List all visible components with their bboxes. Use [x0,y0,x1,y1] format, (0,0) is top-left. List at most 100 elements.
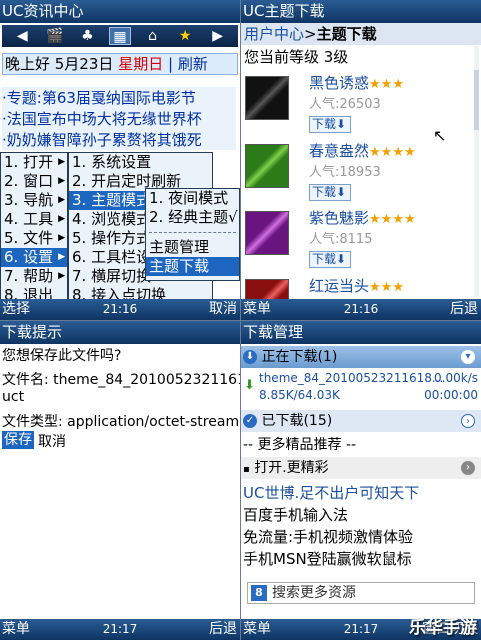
download-button[interactable]: 下载⬇ [309,116,351,133]
date-text: 晚上好 5月23日 [5,55,114,73]
menu-item-tools[interactable]: 4. 工具 ▶ [1,210,67,229]
recommend-link[interactable]: UC世博.足不出户可知天下 [243,482,419,503]
open-more-label: 打开.更精彩 [254,460,329,476]
watermark: 乐华手游 [409,618,477,638]
recommend-link[interactable]: 免流量:手机视频激情体验 [243,526,413,547]
weekday-text: 星期日 [118,55,164,73]
download-button[interactable]: 下载⬇ [309,184,351,201]
clock: 21:17 [102,622,138,636]
downloading-section[interactable]: ⬇ 正在下载(1) ▾ [241,346,481,368]
cancel-button[interactable]: 取消 [38,431,66,451]
star-icon[interactable]: ★ [174,27,196,45]
filename-cont: uct [2,389,25,405]
rating-stars: ★★★ [369,280,404,295]
rating-stars: ★★★★ [369,145,416,160]
theme-name[interactable]: 紫色魅影 [309,209,369,227]
download-button[interactable]: 下载⬇ [309,251,351,268]
menu-item-settings[interactable]: 6. 设置 ▶ [1,248,67,267]
panel-theme-download: UC主题下载 用户中心>主题下载 您当前等级 3级 黑色诱惑★★★ 人气:265… [241,0,481,320]
download-size: 8.85K/64.03K [259,388,340,402]
download-elapsed: 00:00:00 [424,388,478,402]
theme-thumbnail[interactable] [245,76,289,120]
grid-icon[interactable]: ▦ [108,27,131,45]
download-file-name: theme_84_20100523211618... [259,371,444,385]
menu-item-open[interactable]: 1. 打开 ▶ [1,153,67,172]
panel-info-center: UC资讯中心 ◀ 🎬 ♣ ▦ ⌂ ★ ▶ 晚上好 5月23日 星期日 | 刷新 … [0,0,240,320]
breadcrumb-separator: > [304,25,317,43]
back-icon[interactable]: ◀ [11,27,33,45]
save-button[interactable]: 保存 [2,431,34,449]
downloaded-section[interactable]: ✓ 已下载(15) › [241,410,481,432]
menu-item-window[interactable]: 2. 窗口 ▶ [1,172,67,191]
chevron-right-icon[interactable]: › [461,461,475,475]
menu-item-help[interactable]: 7. 帮助 ▶ [1,267,67,286]
menu-item-file[interactable]: 5. 文件 ▶ [1,229,67,248]
classic-theme-item[interactable]: 2. 经典主题√ [146,208,239,227]
softkey-bar: 菜单 21:17 后退 [0,619,240,640]
panel-download-manager: 下载管理 ⬇ 正在下载(1) ▾ ⬇ theme_84_201005232116… [241,321,481,640]
softkey-bar: 选择 21:16 取消 [0,299,240,320]
separator: | [167,55,174,73]
film-icon[interactable]: 🎬 [44,27,66,45]
recommend-header: -- 更多精品推荐 -- [243,437,357,453]
greeting-bar: 晚上好 5月23日 星期日 | 刷新 [2,53,238,75]
home-icon[interactable]: ⌂ [142,27,164,45]
arrow-down-icon: ⬇ [336,117,347,131]
theme-thumbnail[interactable] [245,144,289,188]
window-title: UC主题下载 [241,0,481,23]
menu-separator [149,232,236,233]
download-arrow-icon: ⬇ [244,378,255,393]
theme-item: 红运当头★★★ [241,275,477,320]
arrow-down-icon: ⬇ [336,185,347,199]
user-level: 您当前等级 3级 [244,48,349,66]
window-title: UC资讯中心 [0,0,240,23]
night-mode-item[interactable]: 1. 夜间模式 [146,189,239,208]
theme-manage-item[interactable]: 主题管理 [146,238,239,257]
breadcrumb: 用户中心>主题下载 [241,23,481,45]
download-icon: ⬇ [243,350,257,364]
panel-download-prompt: 下载提示 您想保存此文件吗? 文件名: theme_84_20100523211… [0,321,240,640]
download-speed: 0.00k/s [434,371,478,385]
arrow-down-icon: ⬇ [336,252,347,266]
refresh-link[interactable]: 刷新 [178,55,208,73]
window-title: 下载管理 [241,321,481,344]
softkey-bar: 菜单 21:16 后退 [241,299,481,320]
clock: 21:16 [343,302,379,316]
open-more-section[interactable]: ▪ 打开.更精彩 › [241,457,481,479]
user-center-link[interactable]: 用户中心 [244,25,304,43]
theme-submenu: 1. 夜间模式 2. 经典主题√ 主题管理 主题下载 [145,188,240,281]
right-softkey[interactable]: 后退 [450,299,478,320]
news-item[interactable]: ·奶奶嫌智障孙子累赘将其饿死 [2,129,236,150]
theme-name[interactable]: 春意盎然 [309,142,369,160]
right-softkey[interactable]: 取消 [209,299,237,320]
popularity: 人气:8115 [309,232,373,247]
toolbar: ◀ 🎬 ♣ ▦ ⌂ ★ ▶ [2,25,238,47]
submenu-item[interactable]: 1. 系统设置 [69,153,212,172]
theme-name[interactable]: 红运当头 [309,277,369,295]
recommend-link[interactable]: 百度手机输入法 [243,504,348,525]
search-icon: 8 [251,585,267,601]
downloading-label: 正在下载(1) [261,349,338,365]
rating-stars: ★★★ [369,77,404,92]
downloaded-label: 已下载(15) [261,413,333,429]
breadcrumb-current: 主题下载 [316,25,377,43]
search-box[interactable]: 8 搜索更多资源 [247,582,475,604]
news-item[interactable]: ·法国宣布中场大将无缘世界杯 [2,108,236,129]
filename-label: 文件名: theme_84_20100523211618. [2,372,240,388]
chevron-right-icon[interactable]: › [461,414,475,428]
forward-icon[interactable]: ▶ [207,27,229,45]
theme-name[interactable]: 黑色诱惑 [309,74,369,92]
recommend-link[interactable]: 手机MSN登陆赢微软鼠标 [243,548,412,569]
popularity: 人气:18953 [309,165,381,180]
theme-download-item[interactable]: 主题下载 [146,257,239,276]
main-menu: 1. 打开 ▶ 2. 窗口 ▶ 3. 导航 ▶ 4. 工具 ▶ 5. 文件 ▶ 6. 设置… [0,152,68,304]
menu-item-nav[interactable]: 3. 导航 ▶ [1,191,67,210]
chevron-down-icon[interactable]: ▾ [461,350,475,364]
theme-item: 春意盎然★★★★ 人气:18953 下载⬇ [241,140,477,210]
clock: 21:16 [102,302,138,316]
news-item[interactable]: ·专题:第63届戛纳国际电影节 [2,87,236,108]
right-softkey[interactable]: 后退 [209,619,237,640]
download-entry[interactable]: ⬇ theme_84_20100523211618... 0.00k/s 8.8… [241,370,481,408]
theme-thumbnail[interactable] [245,211,289,255]
cart-icon[interactable]: ♣ [76,27,98,45]
